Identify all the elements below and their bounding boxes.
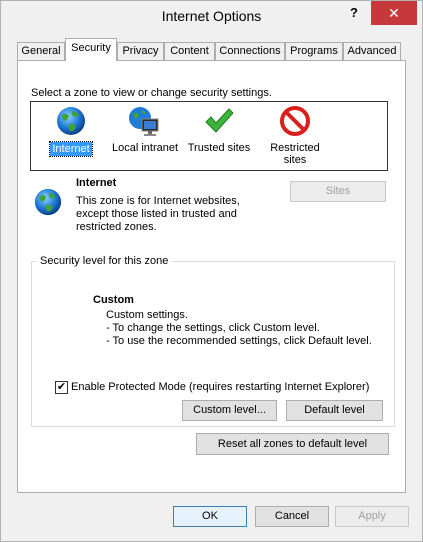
apply-button[interactable]: Apply — [335, 506, 409, 527]
close-button[interactable]: ✕ — [371, 1, 417, 25]
zone-local-intranet[interactable]: Local intranet — [108, 102, 182, 170]
zone-restricted-sites[interactable]: Restricted sites — [264, 102, 326, 170]
custom-level-button[interactable]: Custom level... — [182, 400, 277, 421]
globe-icon — [34, 188, 62, 216]
internet-options-dialog: Internet Options ? ✕ General Security Pr… — [0, 0, 423, 542]
tab-security[interactable]: Security — [65, 38, 117, 61]
security-level-line: - To use the recommended settings, click… — [106, 335, 372, 347]
intranet-icon — [129, 107, 159, 136]
tab-privacy[interactable]: Privacy — [117, 42, 164, 60]
security-level-title: Security level for this zone — [37, 255, 172, 267]
title-bar[interactable]: Internet Options ? ✕ — [1, 1, 422, 33]
security-level-line: - To change the settings, click Custom l… — [106, 322, 320, 334]
zone-name: Internet — [76, 177, 117, 189]
zone-internet[interactable]: Internet — [43, 102, 99, 170]
zone-trusted-sites[interactable]: Trusted sites — [186, 102, 252, 170]
zone-description-line: restricted zones. — [76, 221, 157, 233]
tab-programs[interactable]: Programs — [285, 42, 343, 60]
zone-instruction: Select a zone to view or change security… — [31, 87, 272, 99]
checkmark-icon — [205, 108, 234, 133]
tab-advanced[interactable]: Advanced — [343, 42, 401, 60]
tab-general[interactable]: General — [17, 42, 65, 60]
zone-label-local-intranet: Local intranet — [111, 142, 179, 154]
tab-connections[interactable]: Connections — [215, 42, 285, 60]
reset-all-zones-button[interactable]: Reset all zones to default level — [196, 433, 389, 455]
zone-list[interactable]: Internet Local intranet Trusted sites Re… — [30, 101, 388, 171]
default-level-button[interactable]: Default level — [286, 400, 383, 421]
restricted-icon — [280, 106, 310, 136]
ok-button[interactable]: OK — [173, 506, 247, 527]
security-level-name: Custom — [93, 294, 134, 306]
sites-button[interactable]: Sites — [290, 181, 386, 202]
cancel-button[interactable]: Cancel — [255, 506, 329, 527]
zone-label-trusted-sites: Trusted sites — [187, 142, 251, 154]
security-level-line: Custom settings. — [106, 309, 188, 321]
tab-content[interactable]: Content — [164, 42, 215, 60]
globe-icon — [57, 107, 85, 135]
zone-label-restricted-sites: Restricted sites — [270, 142, 320, 166]
zone-label-internet: Internet — [49, 141, 93, 157]
zone-description-line: except those listed in trusted and — [76, 208, 237, 220]
help-button[interactable]: ? — [343, 3, 365, 25]
protected-mode-checkbox[interactable]: ✔ — [55, 381, 68, 394]
zone-description-line: This zone is for Internet websites, — [76, 195, 240, 207]
protected-mode-label[interactable]: Enable Protected Mode (requires restarti… — [71, 381, 369, 394]
